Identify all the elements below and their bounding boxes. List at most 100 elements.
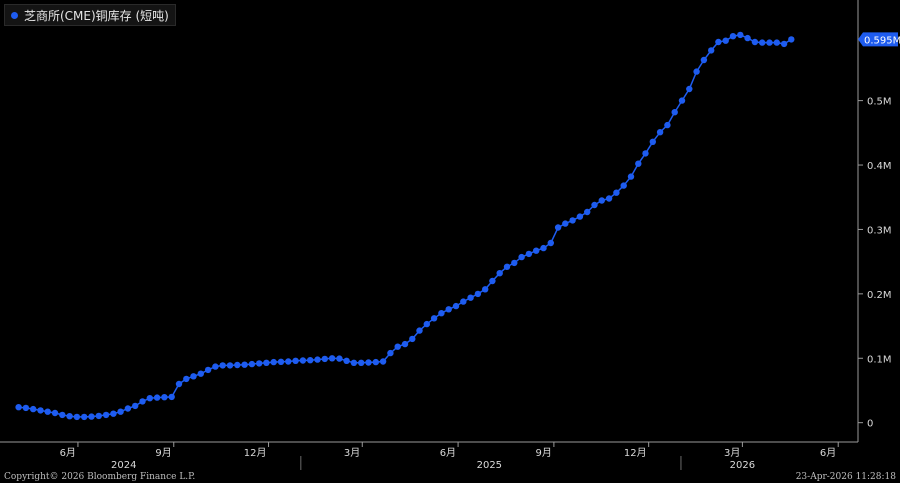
data-point (394, 343, 401, 350)
data-point (678, 97, 686, 104)
data-point (350, 359, 358, 366)
x-tick-label: 6月 (820, 447, 836, 459)
data-point (708, 47, 715, 54)
series-layer (15, 31, 795, 421)
data-point (22, 404, 30, 412)
data-point (788, 36, 795, 43)
data-point (409, 335, 416, 343)
data-point (438, 310, 445, 317)
data-point (321, 355, 328, 363)
x-tick-label: 3月 (724, 447, 740, 459)
data-point (270, 358, 277, 366)
data-point (751, 38, 759, 46)
data-point (139, 398, 146, 405)
y-tick-label: 0.5M (867, 97, 892, 108)
data-point (37, 407, 44, 414)
data-point (722, 37, 729, 44)
data-point (416, 327, 423, 334)
data-point (124, 405, 132, 412)
data-point (474, 290, 482, 298)
data-point (598, 197, 605, 204)
data-point (693, 68, 700, 75)
data-point (102, 411, 110, 419)
data-point (95, 412, 103, 420)
data-point (445, 306, 452, 313)
data-point (358, 359, 365, 366)
data-point (15, 404, 22, 411)
data-point (525, 250, 533, 258)
data-point (576, 213, 584, 220)
data-point (117, 408, 124, 415)
data-point (204, 366, 212, 374)
data-point (467, 294, 474, 301)
data-point (190, 373, 197, 380)
data-point (656, 129, 664, 136)
data-point (110, 410, 117, 417)
data-point (161, 394, 168, 401)
data-point (533, 247, 540, 254)
data-point (256, 360, 263, 367)
data-point (59, 411, 66, 419)
data-point (766, 39, 773, 46)
legend: 芝商所(CME)铜库存 (短吨) (4, 4, 176, 26)
data-point (780, 40, 788, 48)
data-point (336, 355, 343, 362)
year-label: 2025 (477, 460, 502, 471)
data-point (81, 413, 88, 421)
data-point (241, 361, 248, 368)
data-point (401, 340, 409, 348)
x-tick-label: 6月 (440, 447, 456, 459)
year-label: 2026 (730, 460, 755, 471)
x-tick-label: 9月 (536, 447, 552, 459)
data-point (489, 277, 496, 285)
data-point (379, 358, 387, 365)
data-point (365, 359, 372, 366)
x-tick-label: 3月 (344, 447, 360, 459)
data-point (496, 270, 503, 277)
x-tick-label: 6月 (60, 447, 76, 459)
y-tick-label: 0.1M (867, 354, 892, 365)
data-point (197, 370, 204, 377)
timestamp-text: 23-Apr-2026 11:28:18 (795, 472, 896, 482)
data-point (700, 56, 708, 64)
data-point (226, 362, 234, 369)
data-point (30, 405, 37, 413)
legend-marker-icon (11, 11, 18, 19)
axis-labels: 0 0.1M 0.2M 0.3M 0.4M 0.5M 6月 9月 12月 3月 6月 9月 12月 3月 6… (60, 32, 900, 471)
y-tick-label: 0.4M (867, 161, 892, 172)
x-tick-label: 12月 (244, 447, 267, 459)
data-point (518, 253, 525, 261)
data-point (569, 217, 576, 224)
data-point (452, 302, 460, 310)
legend-label: 芝商所(CME)铜库存 (短吨) (24, 8, 169, 23)
data-point (372, 358, 379, 366)
data-point (540, 244, 547, 252)
data-point (759, 39, 766, 46)
data-point (664, 121, 671, 129)
data-point (66, 413, 73, 420)
data-point (292, 357, 299, 364)
y-tick-label: 0.2M (867, 290, 892, 301)
data-point (584, 208, 591, 216)
data-point (387, 349, 394, 357)
data-point (423, 320, 430, 328)
data-point (183, 375, 190, 383)
data-point (146, 395, 153, 402)
data-point (737, 31, 744, 39)
data-point (285, 358, 292, 365)
data-point (153, 394, 161, 401)
data-point (671, 109, 678, 116)
axes (0, 0, 863, 470)
data-point (132, 402, 139, 410)
data-point (234, 361, 241, 369)
data-point (482, 286, 489, 293)
data-point (168, 393, 175, 401)
data-point (642, 150, 649, 157)
data-point (343, 357, 350, 364)
data-point (649, 138, 656, 145)
data-point (430, 315, 438, 322)
last-value-flag: 0.595M (858, 32, 900, 47)
data-point (44, 408, 51, 415)
data-point (299, 357, 307, 364)
copyright-text: Copyright© 2026 Bloomberg Finance L.P. (4, 472, 196, 482)
